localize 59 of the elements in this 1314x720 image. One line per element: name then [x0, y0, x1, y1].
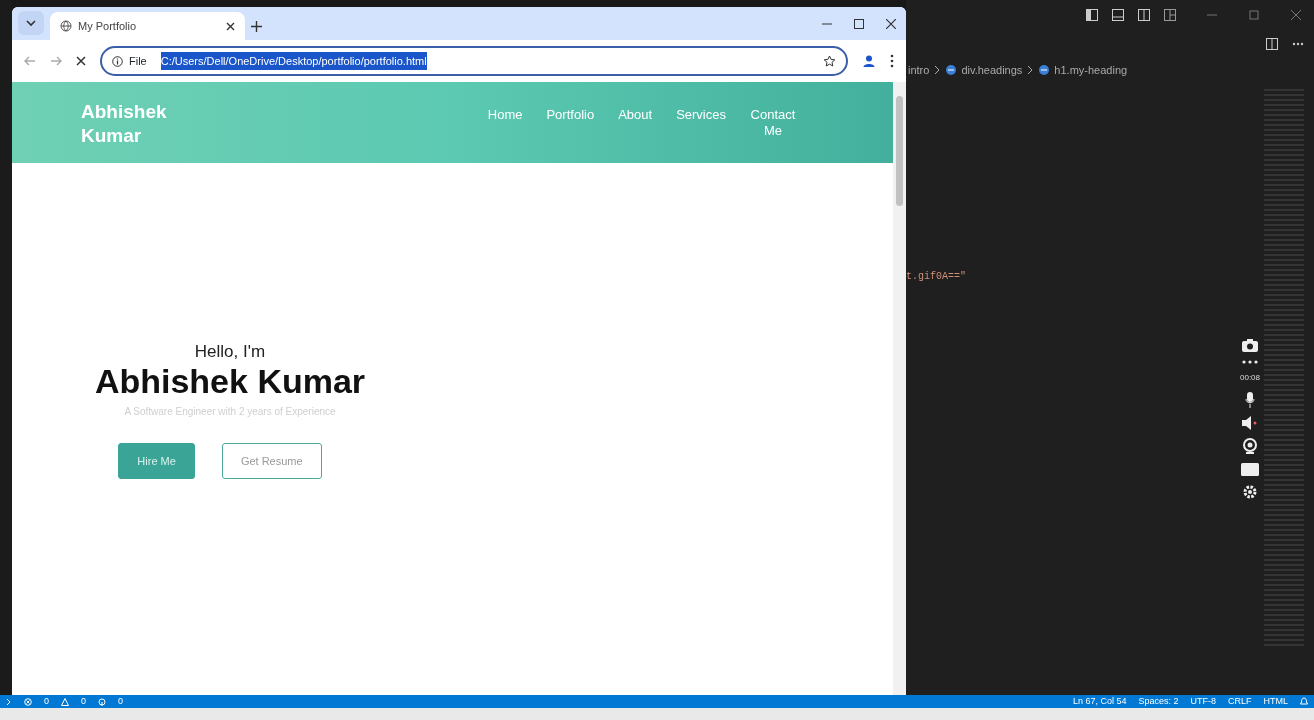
status-item[interactable]: Ln 67, Col 54 [1072, 694, 1127, 709]
more-options-icon[interactable] [890, 54, 894, 68]
file-scheme-label: File [129, 53, 147, 69]
star-icon[interactable] [823, 54, 836, 68]
breadcrumb-item[interactable]: div.headings [961, 62, 1023, 79]
chevron-right-icon [1026, 65, 1035, 76]
scrollbar[interactable] [893, 82, 906, 695]
tab-title: My Portfolio [78, 18, 138, 34]
breadcrumb-item[interactable]: intro [908, 62, 930, 79]
more-icon[interactable] [1242, 360, 1258, 364]
warning-icon [61, 697, 69, 706]
chevron-right-icon [933, 65, 942, 76]
hero-greeting: Hello, I'm [193, 340, 267, 363]
settings-icon[interactable] [1242, 484, 1258, 500]
bell-icon [1300, 697, 1308, 706]
browser-tab[interactable]: My Portfolio [50, 12, 245, 40]
tab-list-button[interactable] [18, 11, 44, 35]
error-icon [24, 697, 32, 706]
globe-icon [60, 20, 72, 32]
address-bar[interactable]: File C:/Users/Dell/OneDrive/Desktop/portfolio/portfolio.html [100, 46, 848, 76]
code-text: t.gif0A==" [906, 270, 966, 282]
profile-icon[interactable] [862, 54, 876, 68]
camera-icon[interactable] [1242, 339, 1258, 352]
error-count[interactable]: 0 [44, 694, 49, 709]
maximize-icon[interactable] [854, 18, 864, 29]
breadcrumb-item[interactable]: h1.my-heading [1054, 62, 1128, 79]
element-icon [1038, 64, 1051, 77]
layout-icon[interactable] [1164, 9, 1176, 21]
status-item[interactable]: HTML [1263, 694, 1288, 709]
status-item[interactable]: UTF-8 [1190, 694, 1216, 709]
status-item[interactable]: CRLF [1228, 694, 1252, 709]
secondary-sidebar-icon[interactable] [1138, 9, 1150, 21]
sidebar-toggle-icon[interactable] [1086, 9, 1098, 21]
webcam-icon[interactable] [1243, 438, 1257, 454]
window-icon[interactable] [1241, 462, 1259, 476]
resume-button[interactable]: Get Resume [221, 442, 322, 480]
speaker-icon[interactable] [1242, 416, 1258, 430]
split-editor-icon[interactable] [1266, 38, 1278, 50]
stop-loading-icon[interactable] [76, 56, 86, 66]
remote-icon [6, 697, 12, 706]
nav-link[interactable]: Services [664, 107, 738, 140]
url-text: C:/Users/Dell/OneDrive/Desktop/portfolio/portfolio.html [160, 51, 427, 71]
info-icon[interactable] [112, 55, 123, 67]
close-icon[interactable] [226, 21, 235, 31]
nav-link[interactable]: Contact Me [738, 107, 808, 140]
ports-count[interactable]: 0 [118, 694, 124, 709]
more-actions-icon[interactable] [1292, 42, 1304, 46]
element-icon [945, 64, 958, 77]
warning-count[interactable]: 0 [81, 694, 87, 709]
status-item[interactable]: Spaces: 2 [1138, 694, 1179, 709]
restore-icon[interactable] [1248, 9, 1260, 21]
recording-timer: 00:08 [1240, 372, 1261, 384]
microphone-icon[interactable] [1245, 392, 1255, 408]
hire-button[interactable]: Hire Me [118, 442, 195, 480]
hero-name: Abhishek Kumar [93, 364, 367, 400]
chevron-down-icon [26, 19, 36, 27]
new-tab-icon[interactable] [251, 21, 262, 32]
close-icon[interactable] [886, 18, 896, 29]
panel-toggle-icon[interactable] [1112, 9, 1124, 21]
